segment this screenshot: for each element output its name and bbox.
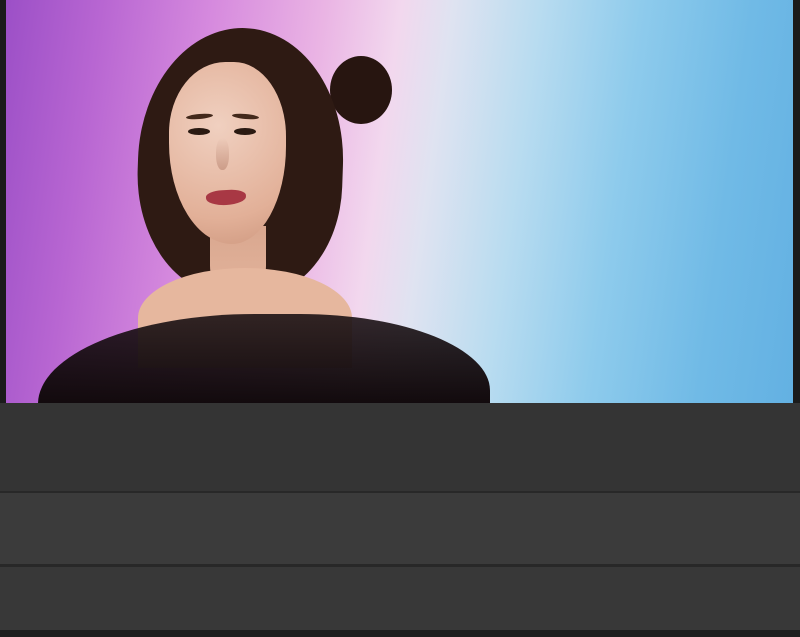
- portrait-brow-right: [232, 113, 259, 120]
- portrait-eye-left: [188, 128, 210, 135]
- portrait-lips: [206, 189, 247, 206]
- portrait-hair-bun: [330, 56, 392, 124]
- frame-edge-left: [0, 0, 6, 403]
- bottom-strip: [0, 630, 800, 637]
- face-swap-panel: Find Clear Swap: [0, 493, 800, 564]
- portrait-garment: [38, 314, 490, 403]
- portrait-nose: [216, 138, 229, 170]
- video-preview-frame: [0, 0, 800, 403]
- playback-bar: 90 + − « » STOP: [0, 403, 800, 443]
- parameters-toolbar: GFPGAN 100% Threshold 85% Strength 100% …: [0, 443, 800, 492]
- frame-edge-right: [793, 0, 800, 403]
- portrait-eye-right: [234, 128, 256, 135]
- face-swap-app-window: 90 + − « » STOP GFPGAN 100% Threshold 85…: [0, 0, 800, 637]
- portrait-brow-left: [186, 113, 213, 120]
- faces-library-bar: st3/Faces Del Enb Face5+6 Face1+4: [0, 567, 800, 630]
